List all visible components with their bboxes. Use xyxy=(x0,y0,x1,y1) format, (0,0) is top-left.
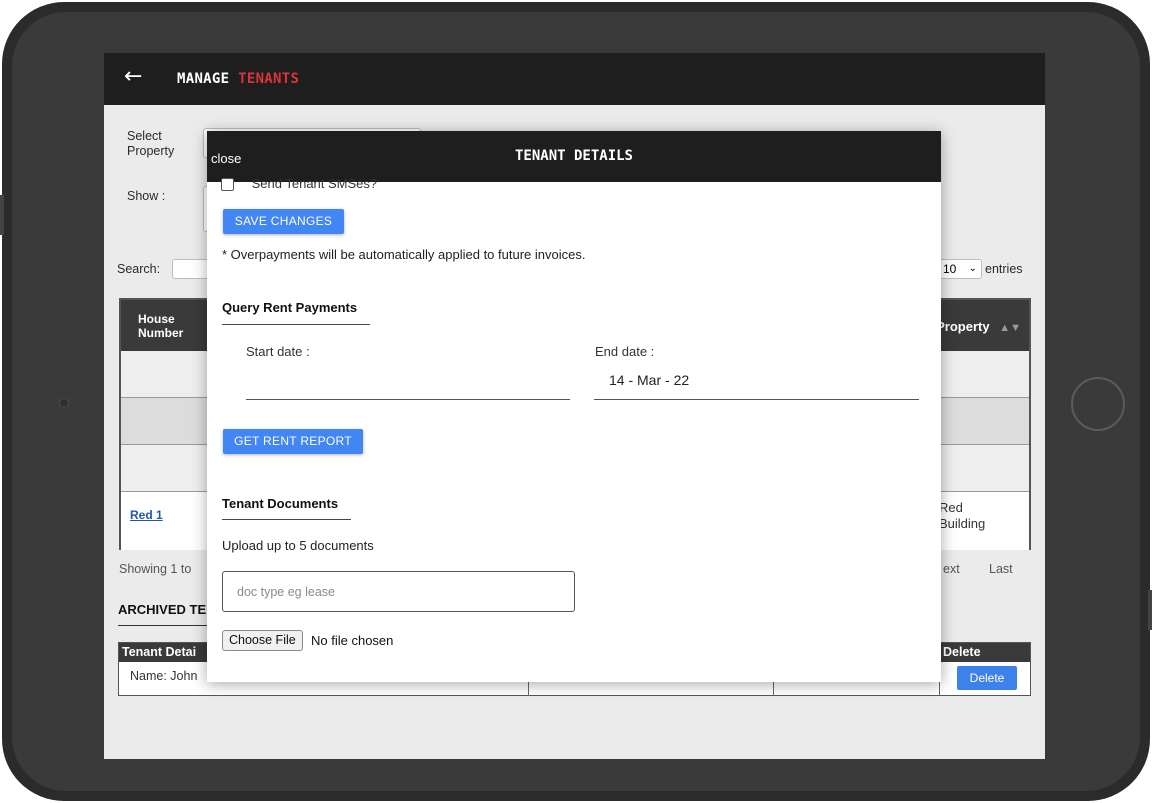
page-title: MANAGE TENANTS xyxy=(177,71,299,87)
archived-tenant-cell: Name: John xyxy=(130,669,198,683)
home-button[interactable] xyxy=(1071,377,1125,431)
entries-label: entries xyxy=(985,262,1023,276)
property-cell: Red Building xyxy=(939,500,986,531)
search-label: Search: xyxy=(117,262,161,276)
col-house-number[interactable]: House Number xyxy=(138,312,198,340)
start-date-field[interactable] xyxy=(246,399,570,400)
file-status: No file chosen xyxy=(311,633,394,648)
choose-file-button[interactable]: Choose File xyxy=(222,630,303,651)
tenant-documents-title: Tenant Documents xyxy=(222,496,339,511)
end-date-label: End date : xyxy=(595,344,655,359)
col-property-label: Property xyxy=(936,319,990,334)
entries-value: 10 xyxy=(943,262,957,276)
select-property-label: Select Property xyxy=(127,129,175,158)
camera-icon xyxy=(59,398,69,408)
archived-underline xyxy=(118,625,218,626)
send-sms-checkbox[interactable] xyxy=(221,178,234,192)
sort-icon[interactable]: ▲▼ xyxy=(999,322,1021,334)
send-sms-row[interactable]: Send Tenant SMSes? xyxy=(221,176,378,192)
modal-title: TENANT DETAILS xyxy=(514,148,633,164)
tenant-documents-underline xyxy=(222,519,351,520)
app-header: ← MANAGE TENANTS xyxy=(104,53,1045,105)
send-sms-label: Send Tenant SMSes? xyxy=(251,176,378,191)
col-delete: Delete xyxy=(943,645,981,659)
pager-last[interactable]: Last xyxy=(989,562,1013,576)
query-rent-title: Query Rent Payments xyxy=(222,300,358,315)
col-property[interactable]: Property ▲▼ xyxy=(936,319,1021,334)
get-rent-report-button[interactable]: GET RENT REPORT xyxy=(223,429,363,454)
page-title-accent: TENANTS xyxy=(238,71,300,87)
delete-button[interactable]: Delete xyxy=(957,666,1017,690)
pager-info: Showing 1 to xyxy=(119,562,192,576)
end-date-value: 14 - Mar - 22 xyxy=(609,372,690,388)
doc-type-input[interactable]: doc type eg lease xyxy=(222,571,575,612)
query-rent-underline xyxy=(222,324,370,325)
modal-body: Send Tenant SMSes? SAVE CHANGES * Overpa… xyxy=(207,176,941,682)
house-link[interactable]: Red 1 xyxy=(130,508,163,522)
archived-title: ARCHIVED TE xyxy=(118,602,207,617)
overpayment-note: * Overpayments will be automatically app… xyxy=(222,247,586,262)
entries-select[interactable]: 10 ⌄ xyxy=(939,259,982,279)
volume-button xyxy=(0,195,4,235)
page-title-prefix: MANAGE xyxy=(177,71,230,87)
pager-next[interactable]: ext xyxy=(943,562,960,576)
start-date-label: Start date : xyxy=(246,344,310,359)
app-screen: ← MANAGE TENANTS Select Property Show : … xyxy=(104,53,1045,759)
end-date-field[interactable] xyxy=(594,399,919,400)
chevron-down-icon: ⌄ xyxy=(968,263,977,274)
save-changes-button[interactable]: SAVE CHANGES xyxy=(223,209,344,234)
doc-type-placeholder: doc type eg lease xyxy=(237,585,335,599)
col-tenant-details: Tenant Detai xyxy=(122,645,197,659)
power-button xyxy=(1148,590,1152,630)
back-arrow-icon[interactable]: ← xyxy=(124,65,142,89)
upload-hint: Upload up to 5 documents xyxy=(222,538,374,553)
tenant-details-modal: close TENANT DETAILS Send Tenant SMSes? … xyxy=(207,131,941,682)
modal-header: close TENANT DETAILS xyxy=(207,131,941,182)
show-label: Show : xyxy=(127,189,166,203)
